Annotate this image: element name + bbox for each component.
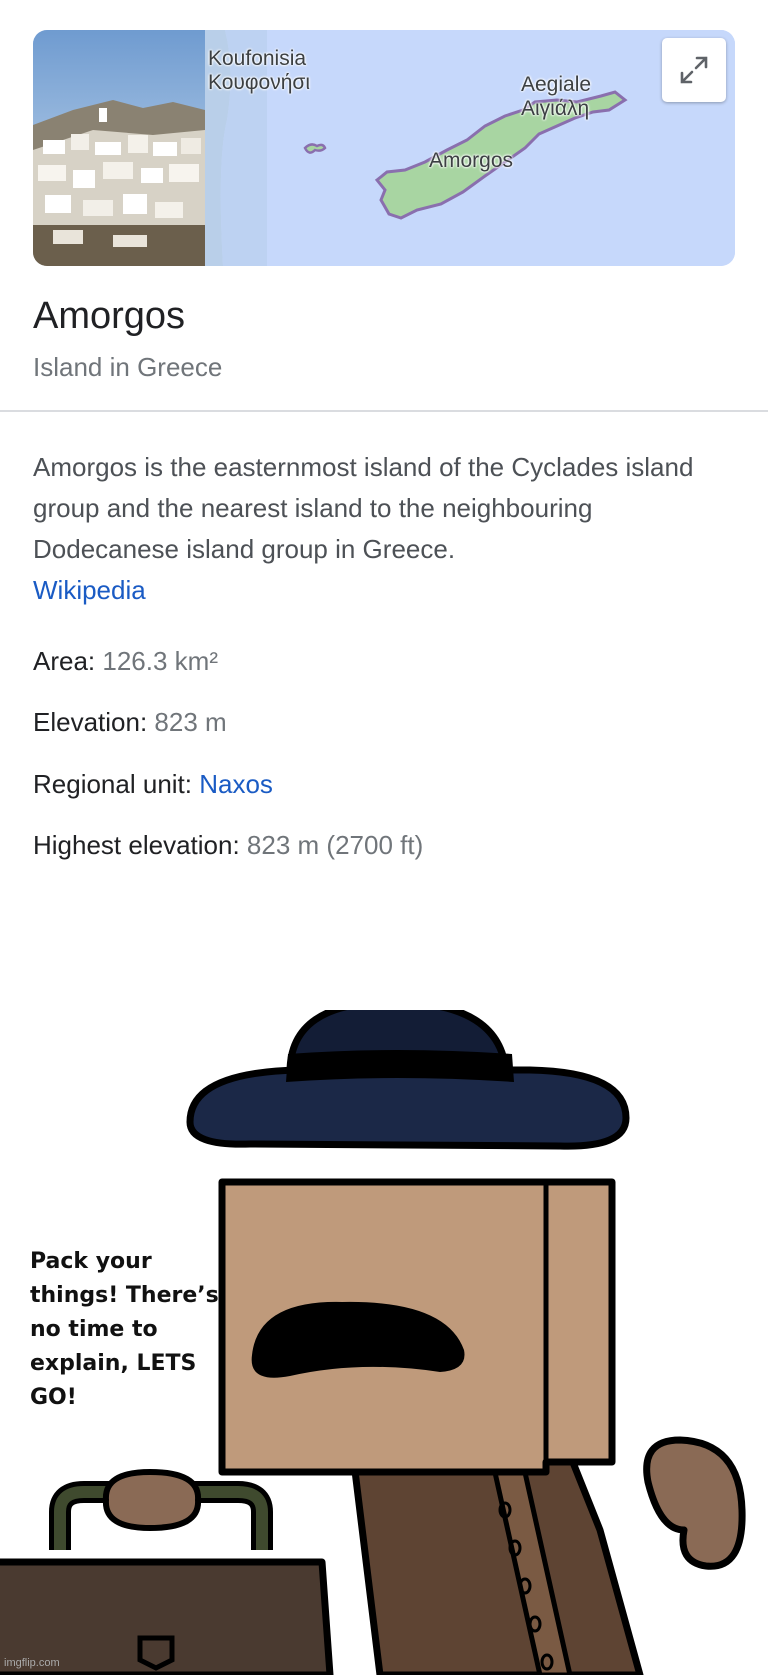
fact-elevation: Elevation: 823 m [33,707,227,738]
fact-label: Elevation: [33,707,148,737]
place-subtitle: Island in Greece [33,352,223,382]
section-divider [0,410,768,412]
fact-label: Area: [33,646,96,676]
map-label-amorgos: Amorgos [429,149,514,172]
fact-label: Regional unit: [33,769,192,799]
naxos-link[interactable]: Naxos [199,769,273,799]
hat-brim [186,1066,630,1150]
fact-regional-unit: Regional unit: Naxos [33,769,273,800]
fact-label: Highest elevation: [33,830,240,860]
expand-map-button[interactable] [662,38,726,102]
suitcase-grip [102,1468,202,1532]
fact-value: 823 m (2700 ft) [246,830,424,860]
fact-value: 823 m [154,707,227,737]
fact-area: Area: 126.3 km² [33,646,218,677]
wikipedia-link[interactable]: Wikipedia [33,575,146,605]
map-label-aegiale-greek: Αιγιάλη [521,97,590,120]
expand-arrows-icon [680,56,708,84]
map-label-koufonisia: Koufonisia [208,47,307,70]
place-description: Amorgos is the easternmost island of the… [33,452,694,564]
speech-text: Pack your things! There’s no time to exp… [30,1249,219,1410]
map-label-aegiale: Aegiale [521,73,592,96]
hand [643,1436,746,1570]
fact-highest-elevation: Highest elevation: 823 m (2700 ft) [33,830,423,861]
imgflip-watermark: imgflip.com [4,1657,60,1669]
place-title: Amorgos [33,295,186,337]
map-card[interactable]: Koufonisia Κουφονήσι Aegiale Αιγιάλη Amo… [33,30,735,266]
island-photo[interactable] [33,30,205,266]
place-description-block: Amorgos is the easternmost island of the… [33,447,733,611]
map-label-koufonisia-greek: Κουφονήσι [208,71,311,94]
fact-value: 126.3 km² [102,646,218,676]
hat-band [286,1050,514,1082]
